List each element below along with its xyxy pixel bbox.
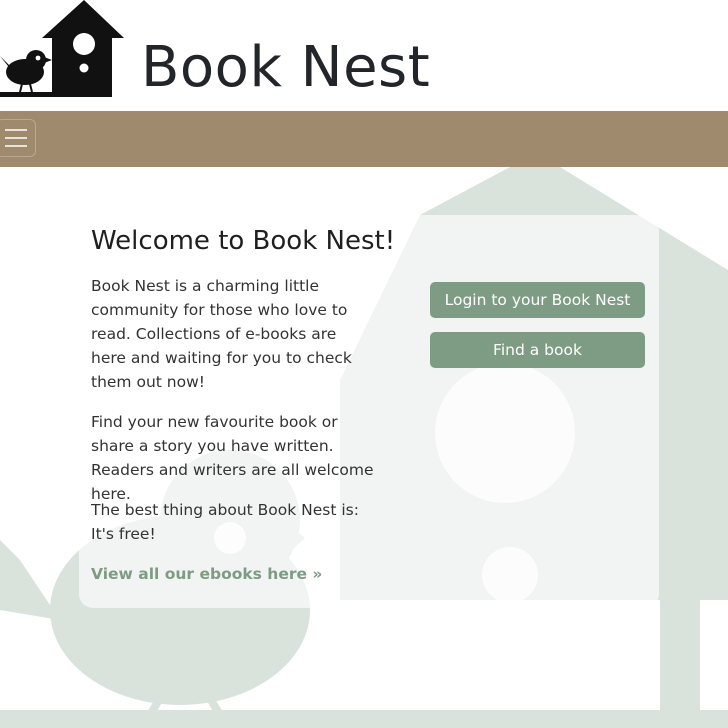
navbar-toggle-button[interactable] xyxy=(0,119,36,157)
view-ebooks-link[interactable]: View all our ebooks here » xyxy=(91,562,322,586)
welcome-heading: Welcome to Book Nest! xyxy=(91,226,396,256)
navbar xyxy=(0,111,728,167)
site-brand-title[interactable]: Book Nest xyxy=(141,30,430,106)
find-book-button[interactable]: Find a book xyxy=(430,332,645,368)
free-paragraph: The best thing about Book Nest is: It's … xyxy=(91,501,359,543)
birdhouse-logo-icon[interactable] xyxy=(0,0,126,100)
share-paragraph: Find your new favourite book or share a … xyxy=(91,413,374,503)
menu-icon xyxy=(5,129,27,147)
site-header: Book Nest xyxy=(0,0,728,111)
login-button[interactable]: Login to your Book Nest xyxy=(430,282,645,318)
intro-paragraph: Book Nest is a charming little community… xyxy=(91,277,352,391)
